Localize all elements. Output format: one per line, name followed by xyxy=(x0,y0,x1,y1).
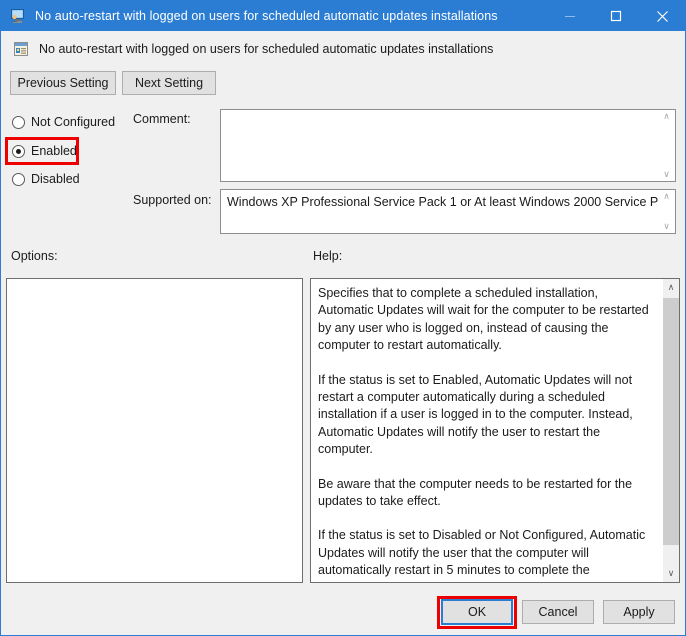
maximize-button[interactable] xyxy=(593,1,639,31)
options-label: Options: xyxy=(11,249,58,263)
policy-setting-icon xyxy=(13,41,29,57)
supported-on-label: Supported on: xyxy=(133,193,212,207)
policy-computer-icon xyxy=(9,8,26,24)
help-paragraph: If the status is set to Enabled, Automat… xyxy=(318,372,653,459)
window-title: No auto-restart with logged on users for… xyxy=(35,9,547,23)
setting-title: No auto-restart with logged on users for… xyxy=(39,42,493,56)
help-paragraph: Be aware that the computer needs to be r… xyxy=(318,476,653,511)
scroll-up-icon[interactable]: ∧ xyxy=(663,112,670,121)
setting-header: No auto-restart with logged on users for… xyxy=(2,32,685,65)
help-paragraph: Specifies that to complete a scheduled i… xyxy=(318,285,653,355)
comment-input[interactable] xyxy=(221,110,658,181)
scroll-down-icon[interactable]: ∨ xyxy=(663,222,670,231)
help-scrollbar[interactable]: ∧ ∨ xyxy=(662,279,679,582)
radio-disabled[interactable]: Disabled xyxy=(12,170,80,188)
supported-on-field: Windows XP Professional Service Pack 1 o… xyxy=(220,189,676,234)
radio-label-disabled: Disabled xyxy=(31,172,80,186)
radio-not-configured[interactable]: Not Configured xyxy=(12,113,115,131)
ok-button[interactable]: OK xyxy=(442,600,512,624)
radio-label-enabled: Enabled xyxy=(31,144,77,158)
comment-scrollbar[interactable]: ∧ ∨ xyxy=(658,110,675,181)
comment-field[interactable]: ∧ ∨ xyxy=(220,109,676,182)
radio-label-not-configured: Not Configured xyxy=(31,115,115,129)
scroll-down-icon[interactable]: ∨ xyxy=(663,565,679,582)
help-label: Help: xyxy=(313,249,342,263)
radio-circle-icon xyxy=(12,116,25,129)
radio-circle-icon xyxy=(12,173,25,186)
radio-circle-selected-icon xyxy=(12,145,25,158)
help-text: Specifies that to complete a scheduled i… xyxy=(311,279,662,582)
scrollbar-thumb[interactable] xyxy=(663,298,679,545)
scroll-down-icon[interactable]: ∨ xyxy=(663,170,670,179)
scroll-up-icon[interactable]: ∧ xyxy=(663,279,679,296)
help-paragraph: If the status is set to Disabled or Not … xyxy=(318,527,653,582)
cancel-button[interactable]: Cancel xyxy=(522,600,594,624)
supported-on-value: Windows XP Professional Service Pack 1 o… xyxy=(221,190,658,233)
group-policy-setting-dialog: No auto-restart with logged on users for… xyxy=(0,0,686,636)
next-setting-button[interactable]: Next Setting xyxy=(122,71,216,95)
apply-button[interactable]: Apply xyxy=(603,600,675,624)
title-bar: No auto-restart with logged on users for… xyxy=(1,1,685,31)
options-panel xyxy=(6,278,303,583)
close-button[interactable] xyxy=(639,1,685,31)
minimize-button[interactable] xyxy=(547,1,593,31)
supported-on-scrollbar[interactable]: ∧ ∨ xyxy=(658,190,675,233)
help-panel: Specifies that to complete a scheduled i… xyxy=(310,278,680,583)
scroll-up-icon[interactable]: ∧ xyxy=(663,192,670,201)
previous-setting-button[interactable]: Previous Setting xyxy=(10,71,116,95)
radio-enabled[interactable]: Enabled xyxy=(12,142,77,160)
comment-label: Comment: xyxy=(133,112,191,126)
